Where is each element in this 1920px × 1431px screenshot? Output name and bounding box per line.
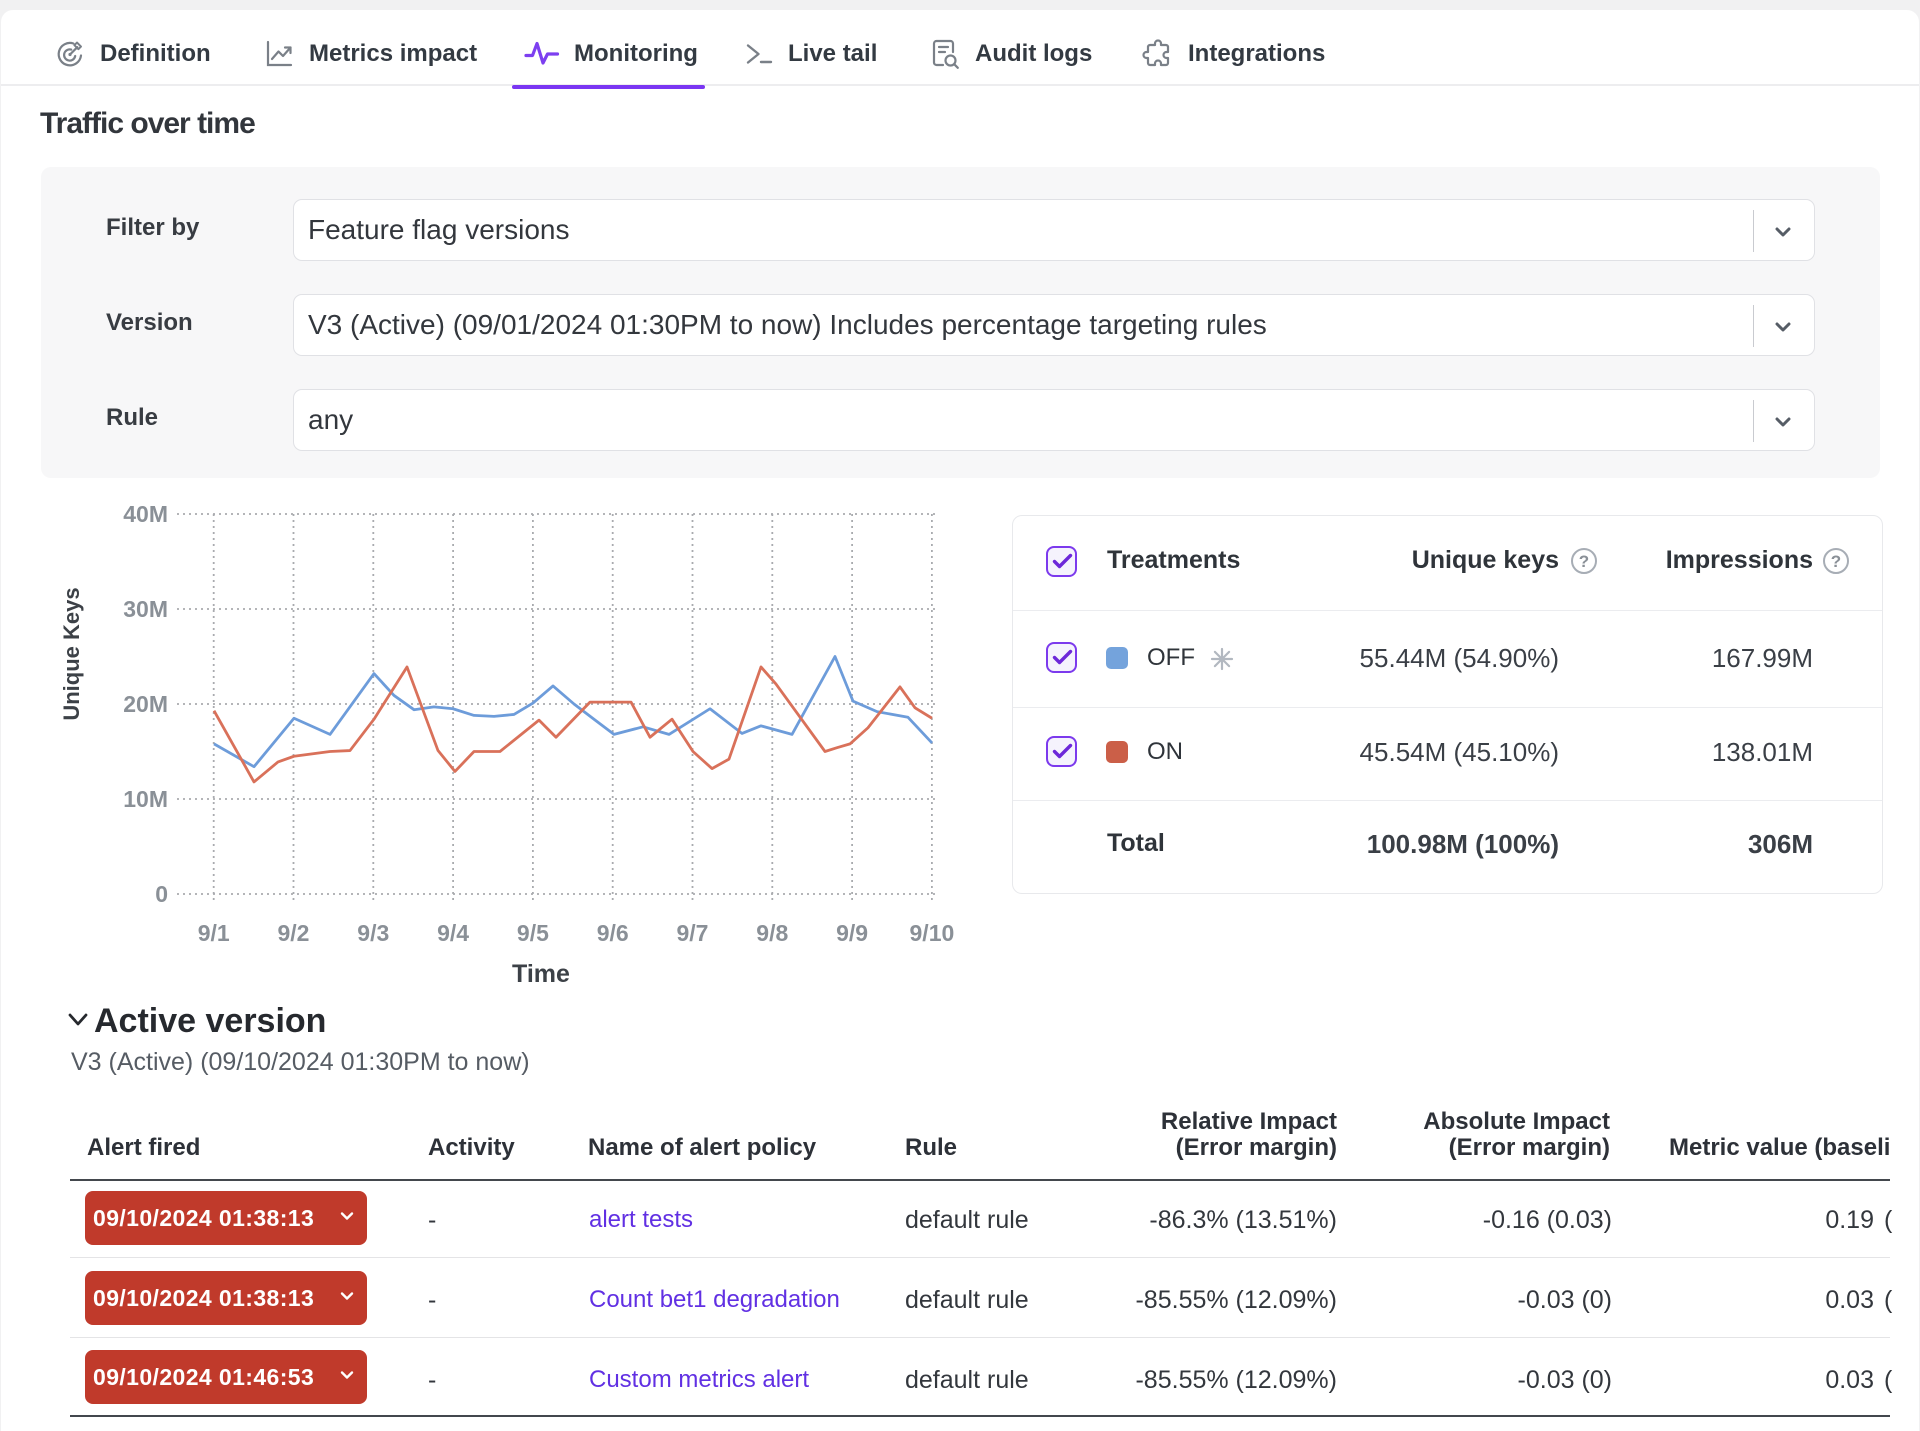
svg-text:9/8: 9/8 <box>756 920 788 946</box>
svg-text:9/2: 9/2 <box>278 920 310 946</box>
svg-text:20M: 20M <box>123 691 168 717</box>
svg-text:40M: 40M <box>123 501 168 527</box>
svg-text:0: 0 <box>155 881 168 907</box>
svg-text:10M: 10M <box>123 786 168 812</box>
svg-text:9/10: 9/10 <box>910 920 955 946</box>
svg-text:9/5: 9/5 <box>517 920 549 946</box>
svg-text:Time: Time <box>512 960 570 988</box>
svg-text:9/3: 9/3 <box>357 920 389 946</box>
svg-text:9/6: 9/6 <box>597 920 629 946</box>
svg-text:9/7: 9/7 <box>677 920 709 946</box>
svg-text:9/1: 9/1 <box>198 920 230 946</box>
svg-text:9/4: 9/4 <box>437 920 469 946</box>
svg-text:30M: 30M <box>123 596 168 622</box>
svg-text:9/9: 9/9 <box>836 920 868 946</box>
svg-text:Unique Keys: Unique Keys <box>59 587 84 720</box>
